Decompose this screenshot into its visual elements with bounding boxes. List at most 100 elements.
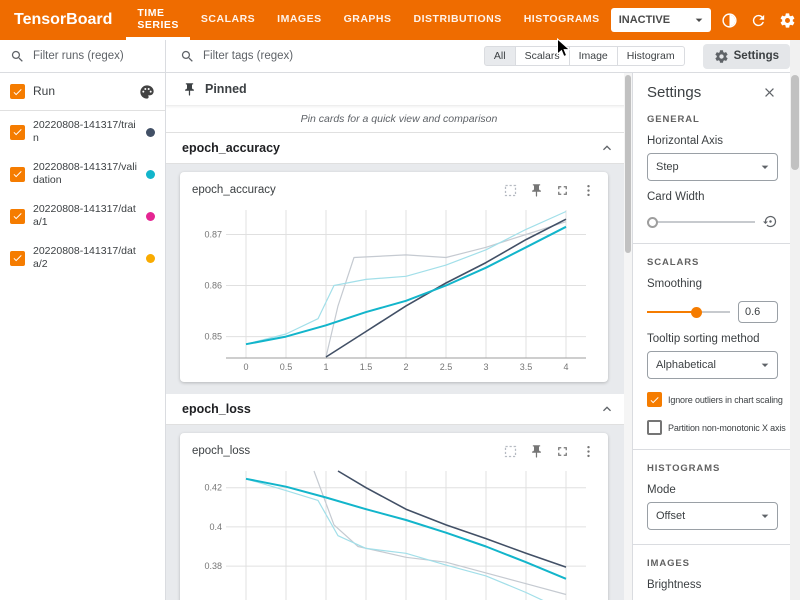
kebab-menu-icon	[581, 183, 596, 198]
runs-header-row: Run	[0, 73, 165, 111]
settings-section-histograms: HISTOGRAMS	[647, 463, 778, 474]
tab-images[interactable]: IMAGES	[266, 0, 332, 40]
chip-all[interactable]: All	[484, 46, 516, 66]
partition-x-axis-checkbox[interactable]	[647, 420, 662, 435]
tab-graphs[interactable]: GRAPHS	[333, 0, 403, 40]
selection-mode-button[interactable]	[503, 444, 518, 459]
collapse-section-button[interactable]	[598, 400, 616, 418]
ignore-outliers-checkbox[interactable]	[647, 392, 662, 407]
status-dropdown-value: INACTIVE	[619, 14, 670, 26]
pin-card-button[interactable]	[529, 183, 544, 198]
histogram-mode-label: Mode	[647, 484, 778, 496]
runs-filter-input[interactable]	[31, 49, 145, 63]
section-header-epoch-accuracy[interactable]: epoch_accuracy	[166, 133, 632, 164]
tab-time-series[interactable]: TIME SERIES	[126, 0, 190, 40]
horizontal-axis-value: Step	[656, 161, 679, 173]
brightness-label: Brightness	[647, 579, 778, 591]
epoch-loss-chart[interactable]: 00.511.522.533.540.360.380.40.42	[190, 465, 598, 600]
close-settings-button[interactable]	[760, 83, 778, 101]
tab-scalars[interactable]: SCALARS	[190, 0, 266, 40]
divider	[633, 544, 790, 545]
tooltip-sorting-select[interactable]: Alphabetical	[647, 351, 778, 379]
header-settings-button[interactable]	[778, 10, 798, 30]
chip-histogram[interactable]: Histogram	[617, 46, 685, 66]
card-width-slider[interactable]	[647, 216, 755, 228]
settings-toolbar-button[interactable]: Settings	[703, 44, 790, 69]
run-color-dot	[146, 128, 155, 137]
palette-icon[interactable]	[139, 84, 155, 100]
histogram-mode-value: Offset	[656, 510, 685, 522]
gear-icon	[779, 12, 796, 29]
ignore-outliers-label: Ignore outliers in chart scaling	[668, 395, 783, 405]
svg-text:2: 2	[403, 362, 408, 372]
tags-toolbar: All Scalars Image Histogram Settings	[166, 40, 800, 72]
section-header-epoch-loss[interactable]: epoch_loss	[166, 394, 632, 425]
smoothing-slider[interactable]	[647, 306, 730, 318]
theme-toggle-button[interactable]	[720, 10, 740, 30]
caret-down-icon	[691, 12, 707, 28]
card-title: epoch_loss	[192, 445, 250, 457]
horizontal-axis-label: Horizontal Axis	[647, 135, 778, 147]
svg-text:0.87: 0.87	[204, 230, 222, 240]
chevron-up-icon	[599, 140, 615, 156]
partition-x-axis-label: Partition non-monotonic X axis	[668, 423, 786, 433]
fullscreen-button[interactable]	[555, 183, 570, 198]
divider	[633, 449, 790, 450]
epoch-accuracy-chart[interactable]: 00.511.522.533.540.850.860.87	[190, 204, 598, 374]
smoothing-input[interactable]	[738, 301, 778, 323]
run-label: 20220808-141317/train	[33, 119, 138, 145]
more-options-button[interactable]	[581, 183, 596, 198]
run-row[interactable]: 20220808-141317/data/1	[0, 195, 165, 237]
slider-thumb[interactable]	[647, 217, 658, 228]
chip-image[interactable]: Image	[569, 46, 618, 66]
settings-panel-title: Settings	[647, 84, 701, 101]
svg-text:4: 4	[563, 362, 568, 372]
card-header: epoch_accuracy	[188, 178, 600, 202]
check-icon	[12, 252, 23, 264]
main-content: Pinned Pin cards for a quick view and co…	[166, 73, 632, 600]
settings-panel-header: Settings	[647, 83, 778, 101]
runs-header-label: Run	[33, 84, 131, 99]
reset-icon	[763, 214, 778, 229]
page-scrollbar[interactable]	[790, 40, 800, 600]
tab-histograms[interactable]: HISTOGRAMS	[513, 0, 611, 40]
contrast-icon	[721, 12, 738, 29]
run-checkbox[interactable]	[10, 209, 25, 224]
selection-mode-button[interactable]	[503, 183, 518, 198]
fullscreen-button[interactable]	[555, 444, 570, 459]
reload-button[interactable]	[749, 10, 769, 30]
svg-text:2.5: 2.5	[440, 362, 453, 372]
status-dropdown[interactable]: INACTIVE	[611, 8, 711, 32]
select-all-runs-checkbox[interactable]	[10, 84, 25, 99]
horizontal-axis-select[interactable]: Step	[647, 153, 778, 181]
search-icon	[180, 49, 195, 64]
scrollbar-thumb[interactable]	[791, 75, 799, 170]
run-checkbox[interactable]	[10, 167, 25, 182]
run-color-dot	[146, 254, 155, 263]
run-label: 20220808-141317/validation	[33, 161, 138, 187]
smoothing-control	[647, 301, 778, 323]
card-width-control	[647, 214, 778, 229]
run-row[interactable]: 20220808-141317/validation	[0, 153, 165, 195]
run-row[interactable]: 20220808-141317/data/2	[0, 237, 165, 279]
reset-card-width-button[interactable]	[763, 214, 778, 229]
run-checkbox[interactable]	[10, 251, 25, 266]
histogram-mode-select[interactable]: Offset	[647, 502, 778, 530]
svg-text:1.5: 1.5	[360, 362, 373, 372]
run-checkbox[interactable]	[10, 125, 25, 140]
more-options-button[interactable]	[581, 444, 596, 459]
tooltip-sorting-value: Alphabetical	[656, 359, 716, 371]
tags-filter-input[interactable]	[201, 49, 315, 63]
run-row[interactable]: 20220808-141317/train	[0, 111, 165, 153]
main-scrollbar[interactable]	[624, 73, 632, 600]
pin-icon	[529, 444, 544, 459]
card-title: epoch_accuracy	[192, 184, 276, 196]
scrollbar-thumb[interactable]	[625, 75, 631, 253]
collapse-section-button[interactable]	[598, 139, 616, 157]
pinned-header: Pinned	[166, 73, 632, 106]
svg-text:0.5: 0.5	[280, 362, 293, 372]
slider-thumb[interactable]	[691, 307, 702, 318]
caret-down-icon	[757, 159, 773, 175]
tab-distributions[interactable]: DISTRIBUTIONS	[403, 0, 513, 40]
pin-card-button[interactable]	[529, 444, 544, 459]
